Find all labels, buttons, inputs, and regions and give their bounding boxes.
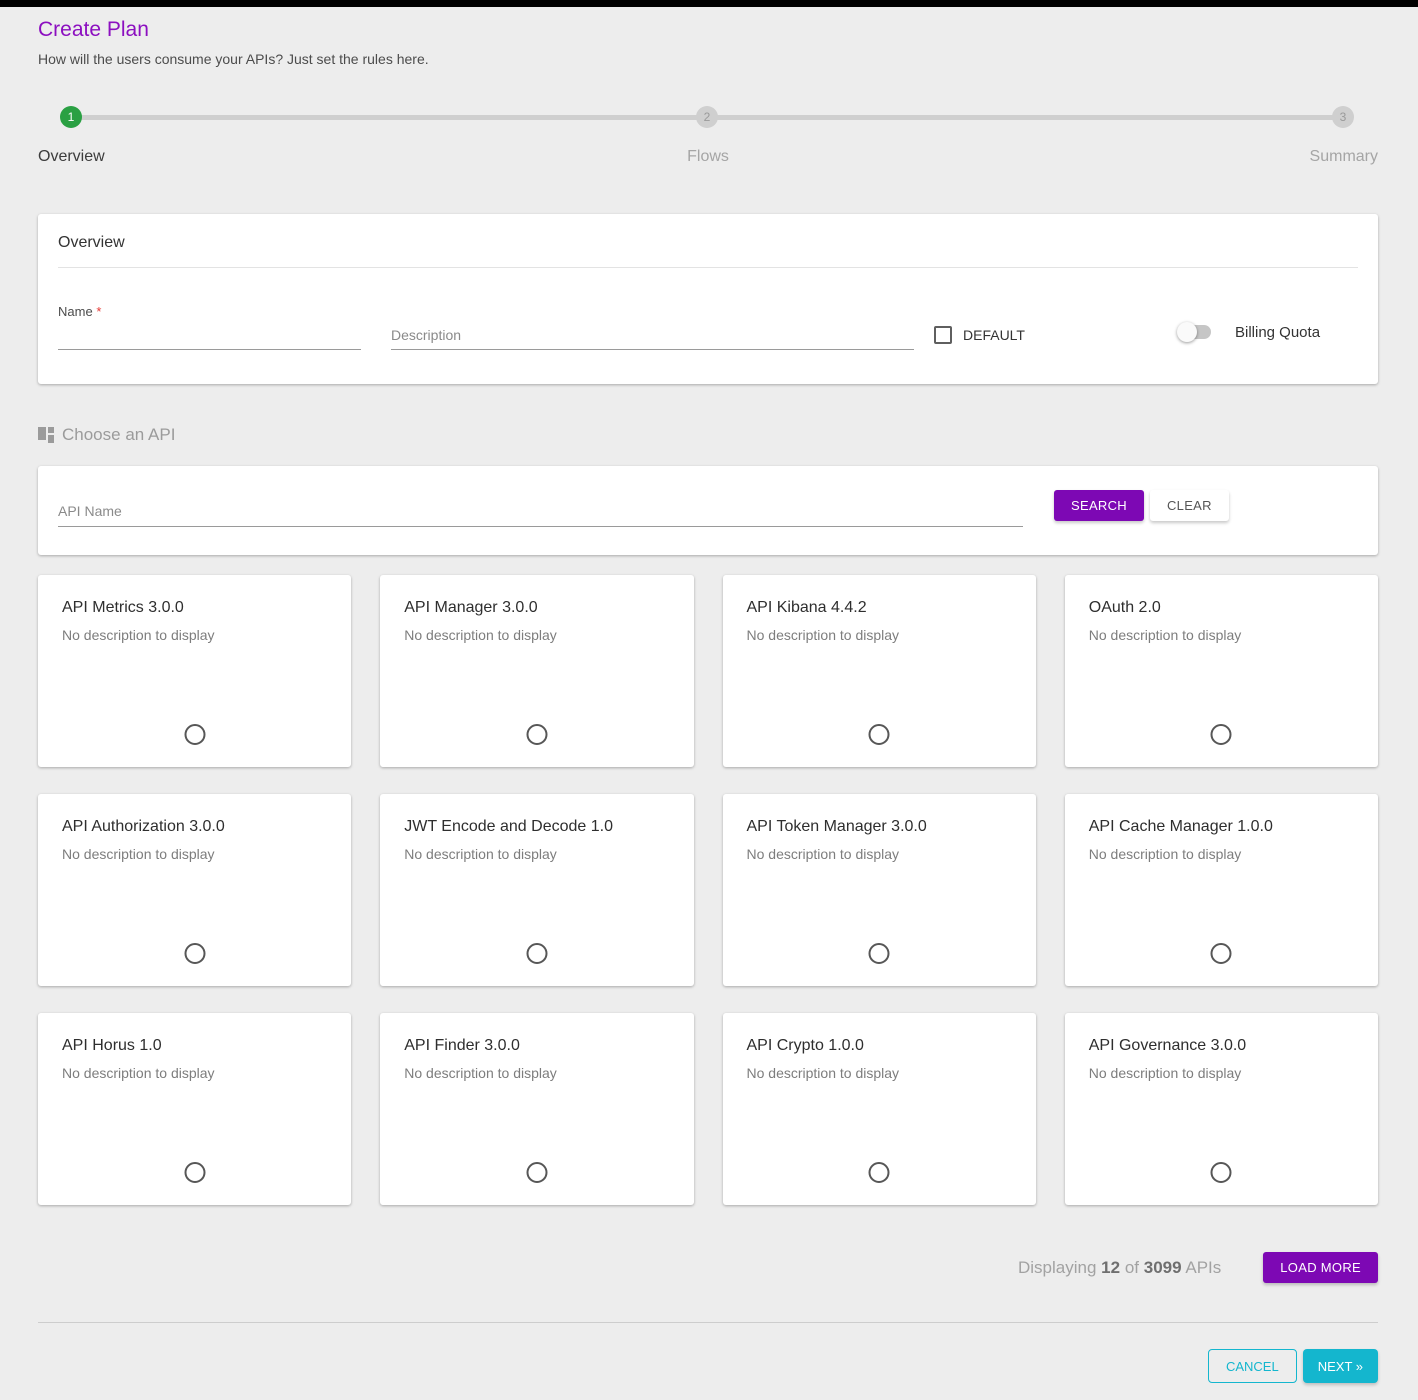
api-card[interactable]: API Manager 3.0.0 No description to disp… <box>380 575 693 767</box>
total-count: 3099 <box>1144 1258 1182 1277</box>
api-card-description: No description to display <box>1089 1065 1354 1081</box>
api-card-description: No description to display <box>404 1065 669 1081</box>
toggle-thumb-icon <box>1177 322 1197 342</box>
api-card-grid: API Metrics 3.0.0 No description to disp… <box>38 575 1378 1205</box>
api-card-description: No description to display <box>404 846 669 862</box>
step-circle-overview[interactable]: 1 <box>60 106 82 128</box>
api-card[interactable]: API Cache Manager 1.0.0 No description t… <box>1065 794 1378 986</box>
shown-count: 12 <box>1101 1258 1120 1277</box>
name-field-wrap: Name * <box>58 304 361 350</box>
choose-api-heading: Choose an API <box>38 425 1378 445</box>
api-select-radio[interactable] <box>1211 943 1232 964</box>
api-select-radio[interactable] <box>184 724 205 745</box>
name-label: Name * <box>58 304 361 319</box>
api-select-radio[interactable] <box>526 724 547 745</box>
api-card[interactable]: OAuth 2.0 No description to display <box>1065 575 1378 767</box>
api-card-description: No description to display <box>404 627 669 643</box>
api-card-description: No description to display <box>62 627 327 643</box>
api-card[interactable]: API Token Manager 3.0.0 No description t… <box>723 794 1036 986</box>
description-input[interactable] <box>391 327 914 350</box>
api-card-title: OAuth 2.0 <box>1089 599 1354 617</box>
cancel-button[interactable]: CANCEL <box>1208 1349 1297 1383</box>
footer-actions: CANCEL NEXT » <box>38 1349 1378 1383</box>
api-card-description: No description to display <box>747 846 1012 862</box>
api-card-title: API Kibana 4.4.2 <box>747 599 1012 617</box>
api-card-description: No description to display <box>62 1065 327 1081</box>
api-select-radio[interactable] <box>869 943 890 964</box>
default-checkbox[interactable] <box>934 326 952 344</box>
api-card-description: No description to display <box>747 1065 1012 1081</box>
api-card-description: No description to display <box>1089 627 1354 643</box>
api-card-title: API Governance 3.0.0 <box>1089 1037 1354 1055</box>
description-field-wrap <box>391 327 914 350</box>
api-search-card: SEARCH CLEAR <box>38 466 1378 555</box>
api-name-search-input[interactable] <box>58 503 1023 527</box>
api-card-title: API Token Manager 3.0.0 <box>747 818 1012 836</box>
required-asterisk: * <box>96 304 101 319</box>
name-input[interactable] <box>58 327 361 350</box>
billing-quota-toggle-wrap: Billing Quota <box>1177 322 1320 342</box>
billing-quota-label: Billing Quota <box>1235 324 1320 341</box>
api-card[interactable]: API Horus 1.0 No description to display <box>38 1013 351 1205</box>
api-select-radio[interactable] <box>1211 724 1232 745</box>
load-more-button[interactable]: LOAD MORE <box>1263 1252 1378 1283</box>
api-card-title: API Crypto 1.0.0 <box>747 1037 1012 1055</box>
api-card-title: API Metrics 3.0.0 <box>62 599 327 617</box>
overview-card: Overview Name * DEFAULT Billing Quota <box>38 214 1378 384</box>
create-plan-page: Create Plan How will the users consume y… <box>0 18 1418 1383</box>
page-title: Create Plan <box>38 18 1378 42</box>
wizard-stepper: 1 2 3 Overview Flows Summary <box>38 106 1378 168</box>
api-card[interactable]: API Finder 3.0.0 No description to displ… <box>380 1013 693 1205</box>
overview-form: Name * DEFAULT Billing Quota <box>58 304 1358 350</box>
api-card[interactable]: API Kibana 4.4.2 No description to displ… <box>723 575 1036 767</box>
api-card[interactable]: API Governance 3.0.0 No description to d… <box>1065 1013 1378 1205</box>
step-label-overview: Overview <box>38 148 105 166</box>
page-subtitle: How will the users consume your APIs? Ju… <box>38 51 1378 67</box>
choose-api-heading-text: Choose an API <box>62 425 175 445</box>
search-button[interactable]: SEARCH <box>1054 490 1144 521</box>
api-search-input-wrap <box>58 503 1023 527</box>
footer-divider <box>38 1322 1378 1323</box>
step-circle-summary[interactable]: 3 <box>1332 106 1354 128</box>
api-card-title: API Authorization 3.0.0 <box>62 818 327 836</box>
api-card[interactable]: API Authorization 3.0.0 No description t… <box>38 794 351 986</box>
api-card-title: JWT Encode and Decode 1.0 <box>404 818 669 836</box>
displaying-count-text: Displaying 12 of 3099 APIs <box>1018 1258 1221 1278</box>
overview-heading: Overview <box>58 234 1358 268</box>
step-label-flows: Flows <box>687 148 729 166</box>
clear-button[interactable]: CLEAR <box>1150 490 1229 521</box>
api-card-title: API Finder 3.0.0 <box>404 1037 669 1055</box>
api-card-description: No description to display <box>747 627 1012 643</box>
api-card-description: No description to display <box>1089 846 1354 862</box>
api-select-radio[interactable] <box>184 943 205 964</box>
next-button[interactable]: NEXT » <box>1303 1349 1378 1383</box>
default-checkbox-label: DEFAULT <box>963 327 1025 343</box>
api-select-radio[interactable] <box>526 943 547 964</box>
billing-quota-toggle[interactable] <box>1177 322 1213 342</box>
api-card[interactable]: API Metrics 3.0.0 No description to disp… <box>38 575 351 767</box>
dashboard-icon <box>38 427 54 443</box>
api-card-title: API Manager 3.0.0 <box>404 599 669 617</box>
api-card-description: No description to display <box>62 846 327 862</box>
pagination-row: Displaying 12 of 3099 APIs LOAD MORE <box>38 1252 1378 1283</box>
api-select-radio[interactable] <box>1211 1162 1232 1183</box>
api-card[interactable]: JWT Encode and Decode 1.0 No description… <box>380 794 693 986</box>
step-label-summary: Summary <box>1310 148 1378 166</box>
api-select-radio[interactable] <box>869 1162 890 1183</box>
step-circle-flows[interactable]: 2 <box>696 106 718 128</box>
default-checkbox-wrap: DEFAULT <box>934 326 1025 344</box>
api-card-title: API Horus 1.0 <box>62 1037 327 1055</box>
api-select-radio[interactable] <box>869 724 890 745</box>
api-card-title: API Cache Manager 1.0.0 <box>1089 818 1354 836</box>
top-edge-bar <box>0 0 1418 7</box>
api-card[interactable]: API Crypto 1.0.0 No description to displ… <box>723 1013 1036 1205</box>
api-select-radio[interactable] <box>184 1162 205 1183</box>
api-select-radio[interactable] <box>526 1162 547 1183</box>
